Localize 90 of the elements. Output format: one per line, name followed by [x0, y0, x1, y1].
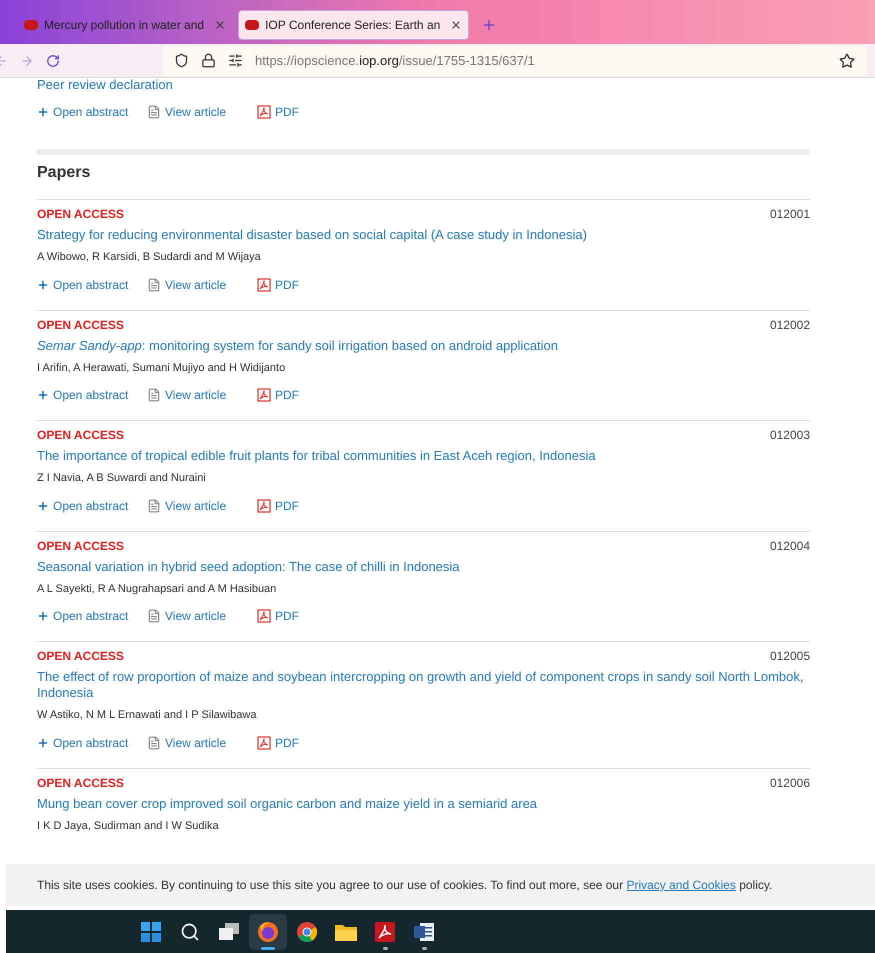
- open-abstract-link[interactable]: Open abstract: [37, 607, 147, 625]
- pdf-link[interactable]: PDF: [257, 386, 367, 404]
- site-favicon: [245, 20, 260, 30]
- tab-title: IOP Conference Series: Earth an: [265, 17, 440, 34]
- pdf-icon: [257, 105, 271, 119]
- open-abstract-link[interactable]: Open abstract: [37, 734, 147, 752]
- taskbar-button[interactable]: [249, 914, 287, 950]
- author-list: W Astiko, N M L Ernawati and I P Silawibawa: [37, 707, 810, 724]
- pdf-link[interactable]: PDF: [257, 607, 367, 625]
- document-icon: [147, 609, 161, 623]
- url-text: https://iopscience.iop.org/issue/1755-1315/637/1: [255, 52, 535, 70]
- bookmark-star-icon[interactable]: [839, 52, 855, 68]
- section-heading: Papers: [37, 163, 92, 183]
- running-indicator: [422, 946, 426, 950]
- article-number: 012002: [770, 316, 810, 334]
- firefox-icon[interactable]: [257, 920, 279, 942]
- open-abstract-link[interactable]: Open abstract: [37, 103, 147, 121]
- running-indicator: [382, 946, 388, 950]
- open-abstract-link[interactable]: Open abstract: [37, 386, 147, 404]
- pdf-icon: [257, 278, 271, 292]
- task-view-icon[interactable]: [219, 922, 239, 940]
- lock-icon: [201, 53, 216, 68]
- pdf-icon: [257, 498, 271, 512]
- paper-title-link[interactable]: Seasonal variation in hybrid seed adoption: The case of chilli in Indonesia: [37, 558, 810, 574]
- access-label: OPEN ACCESS: [37, 206, 124, 223]
- document-icon: [147, 388, 161, 402]
- plus-icon: [37, 106, 49, 118]
- view-article-link[interactable]: View article: [147, 103, 257, 121]
- access-label: OPEN ACCESS: [37, 648, 124, 665]
- view-article-link[interactable]: View article: [147, 734, 257, 752]
- author-list: A L Sayekti, R A Nugrahapsari and A M Hasibuan: [37, 580, 810, 597]
- author-list: Z I Navia, A B Suwardi and Nuraini: [37, 470, 810, 486]
- address-field[interactable]: https://iopscience.iop.org/issue/1755-1315/637/1: [162, 46, 867, 76]
- document-app-icon[interactable]: [414, 922, 434, 942]
- open-abstract-link[interactable]: Open abstract: [37, 496, 147, 514]
- access-label: OPEN ACCESS: [37, 538, 124, 554]
- paper-title-link[interactable]: Semar Sandy-app: monitoring system for sandy soil irrigation based on android application: [37, 338, 810, 354]
- folder-icon[interactable]: [335, 922, 357, 940]
- view-article-link[interactable]: View article: [147, 386, 257, 404]
- access-label: OPEN ACCESS: [37, 774, 124, 792]
- paper-title-link[interactable]: Mung bean cover crop improved soil organic carbon and maize yield in a semiarid area: [37, 796, 810, 812]
- article-number: 012006: [770, 774, 810, 792]
- plus-icon: [37, 389, 49, 401]
- plus-icon: [37, 500, 49, 512]
- article-title-link[interactable]: Peer review declaration: [37, 78, 810, 93]
- access-label: OPEN ACCESS: [37, 427, 124, 444]
- view-article-link[interactable]: View article: [147, 496, 257, 514]
- tab-title: Mercury pollution in water and: [44, 17, 204, 34]
- pdf-reader-icon[interactable]: [375, 922, 395, 942]
- article-number: 012003: [770, 427, 810, 444]
- reload-icon[interactable]: [46, 54, 60, 68]
- pdf-link[interactable]: PDF: [257, 276, 367, 294]
- paper-title-link[interactable]: Strategy for reducing environmental disaster based on social capital (A case study in Indonesia): [37, 227, 810, 243]
- document-icon: [147, 105, 161, 119]
- pdf-icon: [257, 736, 271, 750]
- search-icon[interactable]: [180, 922, 200, 942]
- browser-tab[interactable]: IOP Conference Series: Earth an: [238, 10, 470, 40]
- privacy-link[interactable]: Privacy and Cookies: [626, 878, 736, 892]
- browser-tab[interactable]: Mercury pollution in water and: [18, 10, 232, 40]
- cookie-notice-text: This site uses cookies. By continuing to use this site you agree to our use of cookies. To find out more, see our Privacy and Cookies policy.: [37, 877, 772, 894]
- author-list: A Wibowo, R Karsidi, B Sudardi and M Wijaya: [37, 249, 810, 266]
- plus-icon: [37, 278, 49, 290]
- article-number: 012004: [770, 538, 810, 554]
- pdf-icon: [257, 388, 271, 402]
- document-icon: [147, 498, 161, 512]
- running-indicator: [261, 946, 275, 950]
- article-number: 012001: [770, 206, 810, 223]
- windows-icon[interactable]: [141, 922, 161, 942]
- pdf-link[interactable]: PDF: [257, 103, 367, 121]
- paper-title-link[interactable]: The importance of tropical edible fruit plants for tribal communities in East Aceh region, Indonesia: [37, 448, 810, 464]
- pdf-link[interactable]: PDF: [257, 496, 367, 514]
- article-number: 012005: [770, 648, 810, 665]
- pdf-icon: [257, 609, 271, 623]
- pdf-link[interactable]: PDF: [257, 734, 367, 752]
- author-list: I K D Jaya, Sudirman and I W Sudika: [37, 818, 810, 834]
- view-article-link[interactable]: View article: [147, 276, 257, 294]
- author-list: I Arifin, A Herawati, Sumani Mujiyo and H Widijanto: [37, 360, 810, 376]
- chrome-icon[interactable]: [296, 920, 318, 942]
- access-label: OPEN ACCESS: [37, 316, 124, 334]
- close-icon[interactable]: [450, 19, 462, 31]
- document-icon: [147, 278, 161, 292]
- plus-icon: [37, 736, 49, 748]
- shield-icon: [174, 53, 189, 68]
- document-icon: [147, 736, 161, 750]
- site-favicon: [24, 20, 38, 30]
- open-abstract-link[interactable]: Open abstract: [37, 276, 147, 294]
- plus-icon: [37, 610, 49, 622]
- permissions-icon: [228, 53, 243, 68]
- view-article-link[interactable]: View article: [147, 607, 257, 625]
- paper-title-link[interactable]: The effect of row proportion of maize and soybean intercropping on growth and yield of component crops in sandy soil North Lombok, Indonesia: [37, 669, 810, 701]
